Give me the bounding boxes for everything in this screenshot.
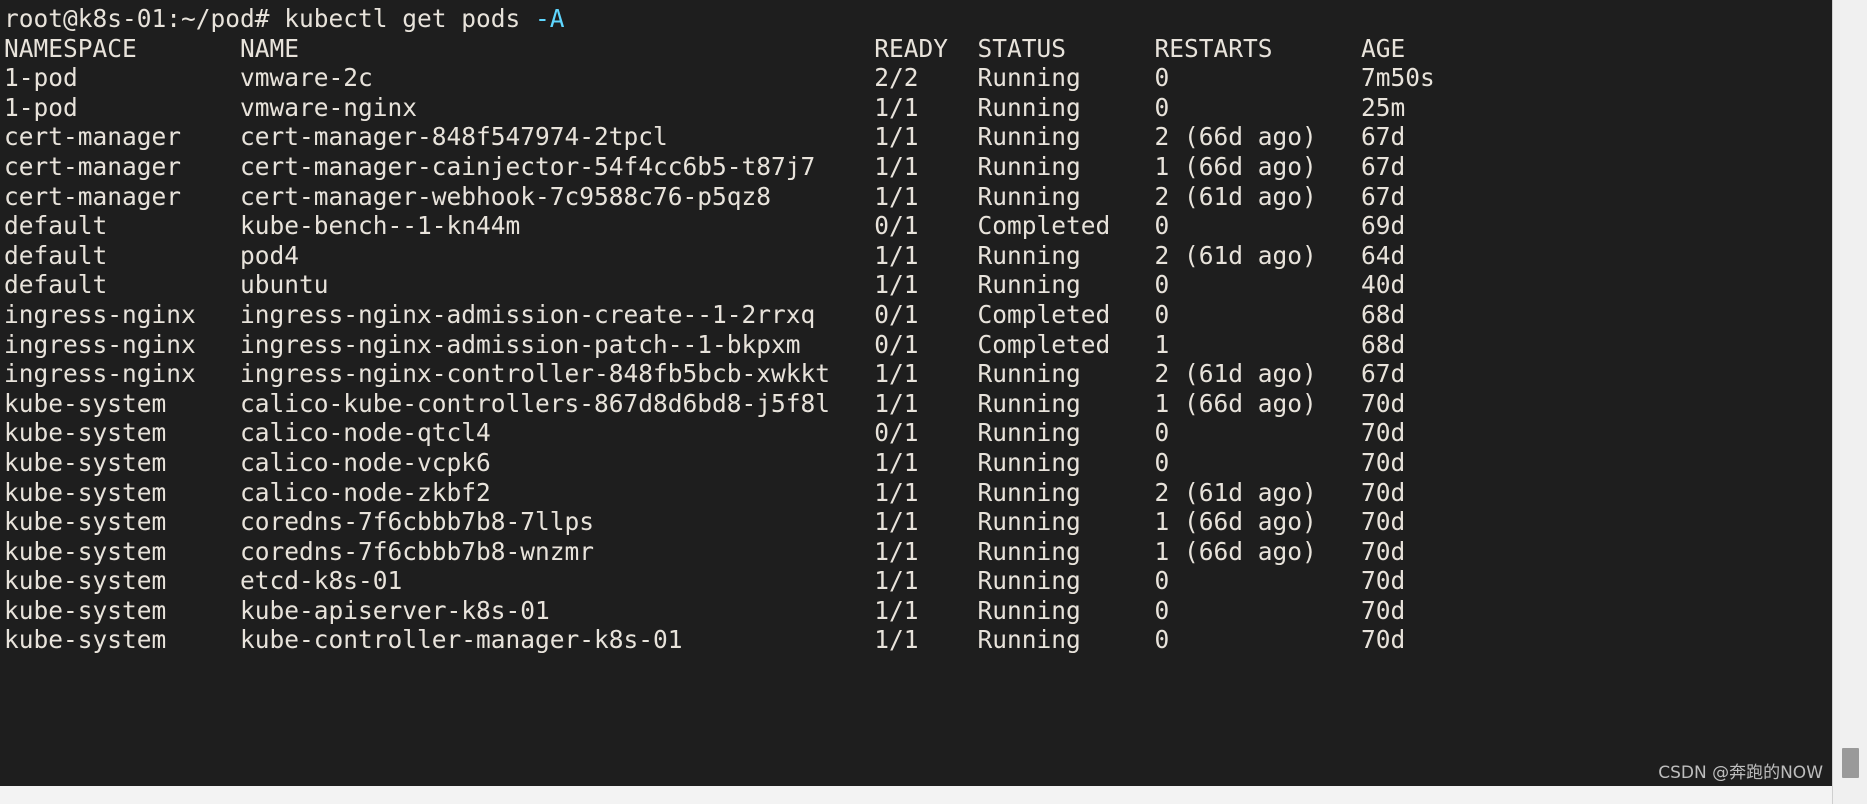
command-flag: -A (535, 4, 565, 33)
prompt-command-text: root@k8s-01:~/pod# kubectl get pods (4, 4, 536, 33)
scrollbar-thumb[interactable] (1842, 748, 1859, 778)
table-row: ingress-nginx ingress-nginx-admission-pa… (4, 329, 1406, 359)
table-row: default pod4 1/1 Running 2 (61d ago) 64d (4, 240, 1406, 270)
table-row: cert-manager cert-manager-webhook-7c9588… (4, 181, 1406, 211)
table-row: kube-system etcd-k8s-01 1/1 Running 0 70… (4, 566, 1406, 596)
table-row: kube-system calico-node-vcpk6 1/1 Runnin… (4, 447, 1406, 477)
table-row: 1-pod vmware-2c 2/2 Running 0 7m50s (4, 63, 1435, 93)
vertical-scrollbar[interactable] (1832, 0, 1867, 804)
table-header-row: NAMESPACE NAME READY STATUS RESTARTS AGE (4, 33, 1406, 63)
table-row: kube-system kube-apiserver-k8s-01 1/1 Ru… (4, 595, 1406, 625)
table-row: kube-system calico-kube-controllers-867d… (4, 388, 1406, 418)
table-row: ingress-nginx ingress-nginx-admission-cr… (4, 299, 1406, 329)
table-row: kube-system calico-node-zkbf2 1/1 Runnin… (4, 477, 1406, 507)
table-row: cert-manager cert-manager-cainjector-54f… (4, 151, 1406, 181)
table-row: cert-manager cert-manager-848f547974-2tp… (4, 122, 1406, 152)
table-row: kube-system calico-node-qtcl4 0/1 Runnin… (4, 418, 1406, 448)
table-row: 1-pod vmware-nginx 1/1 Running 0 25m (4, 92, 1406, 122)
watermark-label: CSDN @奔跑的NOW (1658, 763, 1823, 783)
table-row: default kube-bench--1-kn44m 0/1 Complete… (4, 211, 1406, 241)
table-row: ingress-nginx ingress-nginx-controller-8… (4, 359, 1406, 389)
terminal-window: root@k8s-01:~/pod# kubectl get pods -A N… (0, 0, 1867, 804)
terminal-screen[interactable]: root@k8s-01:~/pod# kubectl get pods -A N… (0, 0, 1833, 804)
prompt-line: root@k8s-01:~/pod# kubectl get pods -A (4, 4, 1833, 34)
table-row: default ubuntu 1/1 Running 0 40d (4, 270, 1406, 300)
window-bottom-strip (0, 786, 1833, 804)
table-row: kube-system coredns-7f6cbbb7b8-wnzmr 1/1… (4, 536, 1406, 566)
table-row: kube-system kube-controller-manager-k8s-… (4, 625, 1406, 655)
table-row: kube-system coredns-7f6cbbb7b8-7llps 1/1… (4, 507, 1406, 537)
